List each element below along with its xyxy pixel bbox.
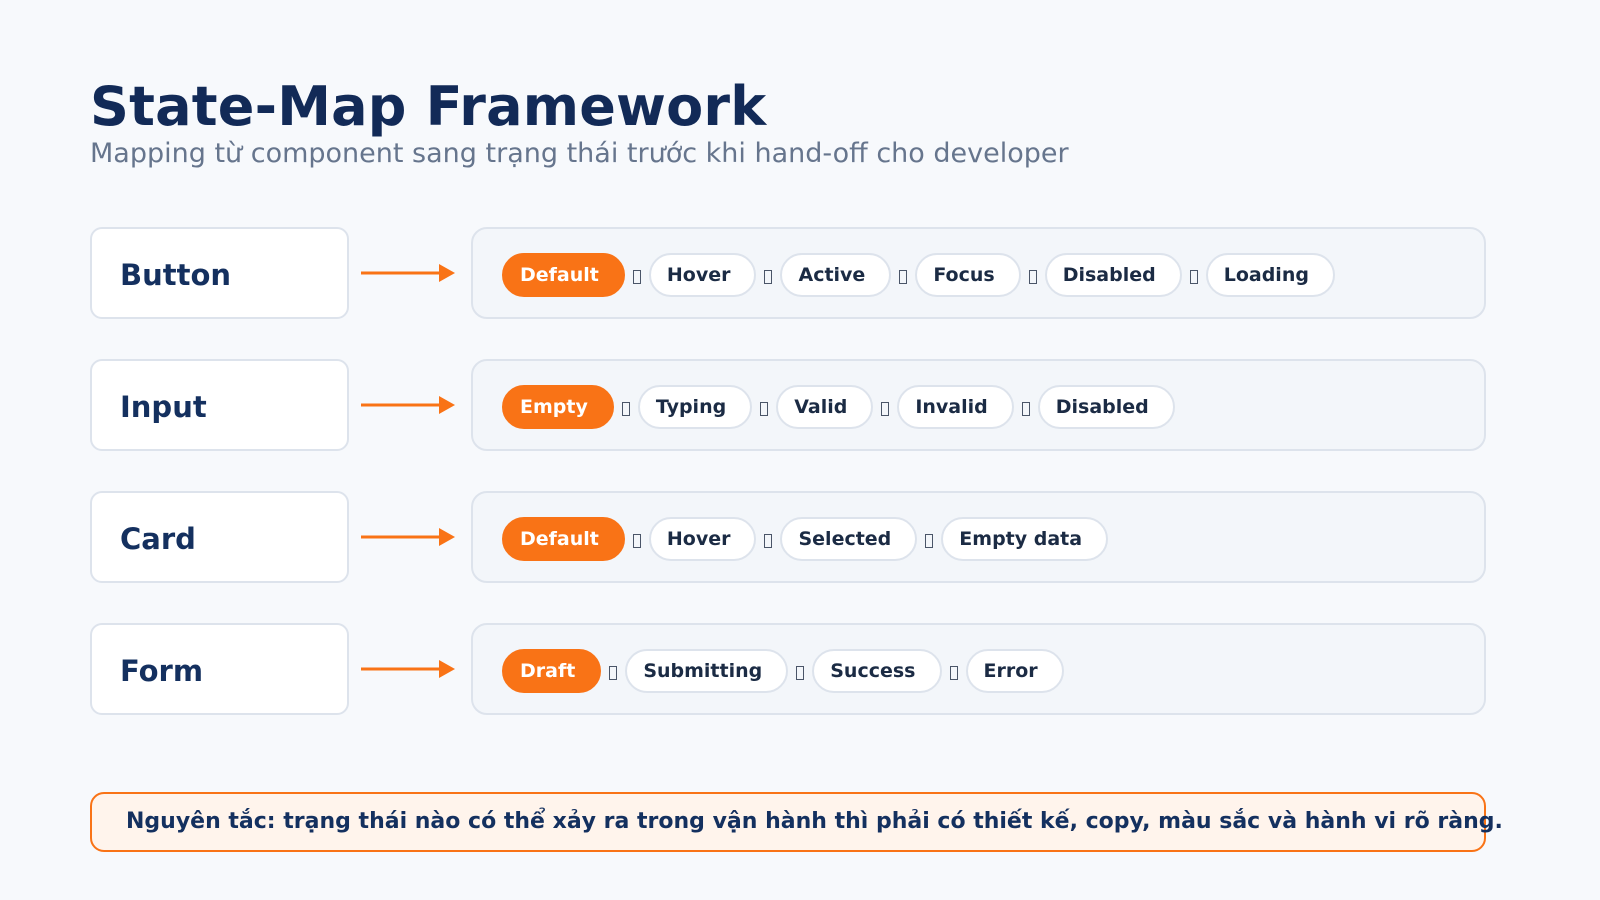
missing-glyph-icon	[632, 270, 641, 284]
missing-glyph-icon	[764, 270, 773, 284]
state-chip: Disabled	[1044, 253, 1182, 297]
state-chip: Typing	[637, 385, 753, 429]
states-track: Default Hover Selected Empty data	[502, 515, 1109, 563]
principle-callout: Nguyên tắc: trạng thái nào có thể xảy ra…	[90, 792, 1503, 852]
state-chip: Hover	[648, 253, 757, 297]
state-chip: Valid	[776, 385, 874, 429]
state-chip: Selected	[780, 517, 918, 561]
state-row-input: Input Empty Typing Valid Invalid Disabled	[90, 359, 1486, 453]
states-panel: Default Hover Active Focus Disabled Loading	[471, 227, 1486, 319]
states-panel: Draft Submitting Success Error	[471, 623, 1486, 715]
states-panel: Empty Typing Valid Invalid Disabled	[471, 359, 1486, 451]
state-chip: Disabled	[1037, 385, 1175, 429]
missing-glyph-icon	[1189, 270, 1198, 284]
state-chip: Hover	[648, 517, 757, 561]
state-row-form: Form Draft Submitting Success Error	[90, 623, 1486, 717]
state-chip: Invalid	[897, 385, 1014, 429]
state-chip: Focus	[915, 253, 1021, 297]
states-panel: Default Hover Selected Empty data	[471, 491, 1486, 583]
component-box: Input	[90, 359, 349, 451]
arrow-right-icon	[361, 528, 455, 546]
state-chip: Active	[780, 253, 892, 297]
page-title: State-Map Framework	[90, 75, 767, 138]
state-chip: Empty	[502, 385, 614, 429]
missing-glyph-icon	[621, 402, 630, 416]
states-track: Empty Typing Valid Invalid Disabled	[502, 383, 1175, 431]
missing-glyph-icon	[796, 666, 805, 680]
missing-glyph-icon	[925, 534, 934, 548]
missing-glyph-icon	[1021, 402, 1030, 416]
state-row-card: Card Default Hover Selected Empty data	[90, 491, 1486, 585]
missing-glyph-icon	[764, 534, 773, 548]
arrow-right-icon	[361, 396, 455, 414]
principle-text: Nguyên tắc: trạng thái nào có thể xảy ra…	[126, 809, 1503, 834]
missing-glyph-icon	[1028, 270, 1037, 284]
component-box: Button	[90, 227, 349, 319]
missing-glyph-icon	[949, 666, 958, 680]
state-chip: Empty data	[941, 517, 1109, 561]
component-label: Input	[120, 390, 207, 424]
arrow-right-icon	[361, 264, 455, 282]
missing-glyph-icon	[881, 402, 890, 416]
states-track: Default Hover Active Focus Disabled Loading	[502, 251, 1335, 299]
state-chip: Loading	[1205, 253, 1335, 297]
component-box: Form	[90, 623, 349, 715]
state-chip: Default	[502, 253, 625, 297]
state-chip: Submitting	[625, 649, 789, 693]
missing-glyph-icon	[632, 534, 641, 548]
state-chip: Error	[965, 649, 1064, 693]
component-label: Form	[120, 654, 204, 688]
component-label: Card	[120, 522, 196, 556]
missing-glyph-icon	[609, 666, 618, 680]
component-label: Button	[120, 258, 232, 292]
state-chip: Draft	[502, 649, 602, 693]
arrow-right-icon	[361, 660, 455, 678]
missing-glyph-icon	[899, 270, 908, 284]
page-subtitle: Mapping từ component sang trạng thái trư…	[90, 138, 1069, 169]
component-box: Card	[90, 491, 349, 583]
state-chip: Default	[502, 517, 625, 561]
state-row-button: Button Default Hover Active Focus Disabled Loa…	[90, 227, 1486, 321]
state-chip: Success	[812, 649, 942, 693]
missing-glyph-icon	[760, 402, 769, 416]
states-track: Draft Submitting Success Error	[502, 647, 1064, 695]
